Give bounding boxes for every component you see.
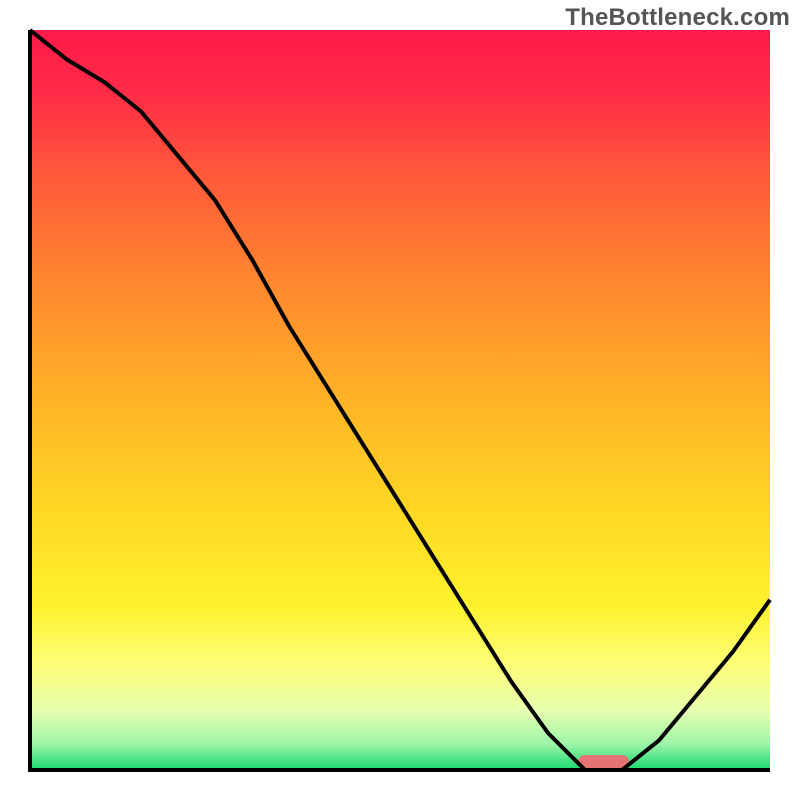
chart-background: [30, 30, 770, 770]
bottleneck-chart: [0, 0, 800, 800]
